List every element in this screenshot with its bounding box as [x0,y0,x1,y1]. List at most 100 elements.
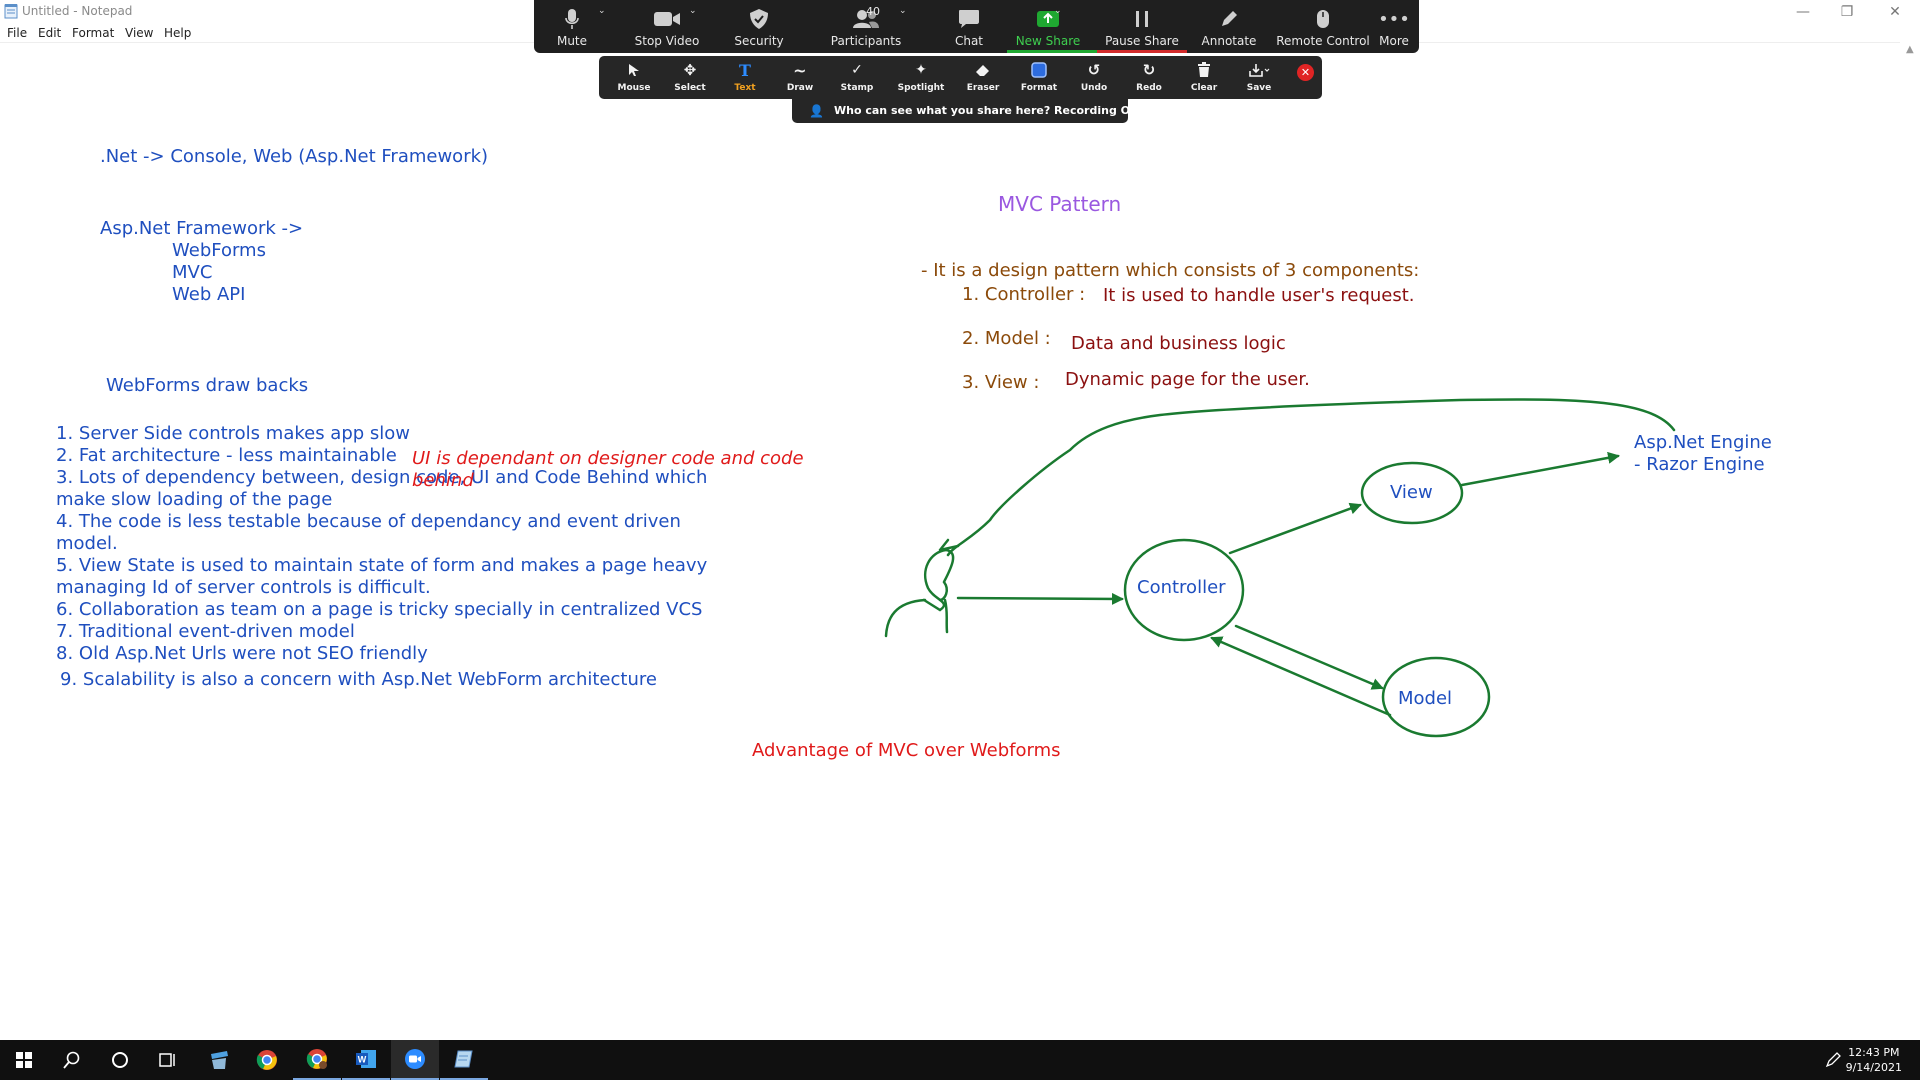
mute-label: Mute [556,34,588,48]
taskbar-app-recycle[interactable] [195,1040,243,1080]
task-view-button[interactable] [144,1040,192,1080]
model-controller-arrow [1210,636,1392,717]
new-share-button[interactable]: New Share [1000,0,1096,53]
notepad-app-icon [454,1050,473,1068]
undo-tool-label: Undo [1080,83,1108,93]
undo-tool[interactable]: ↺ Undo [1067,56,1121,99]
video-camera-icon [654,12,680,26]
format-tool[interactable]: Format [1011,56,1067,99]
chevron-down-icon[interactable]: ⌄ [1054,6,1062,16]
system-clock[interactable]: 12:43 PM 9/14/2021 [1846,1045,1902,1075]
taskbar-app-zoom[interactable] [391,1040,439,1080]
task-view-icon [159,1053,175,1067]
user-body [884,598,949,638]
microphone-icon [565,9,579,29]
chrome-profile-icon [306,1049,327,1069]
zoom-meeting-toolbar: Mute ⌄ Stop Video ⌄ Security Participant… [534,0,1419,53]
annotate-button[interactable]: Annotate [1188,0,1270,53]
shield-icon [750,9,768,29]
engine-label: Asp.Net Engine [1634,432,1772,453]
chat-label: Chat [954,34,984,48]
taskbar-app-word[interactable]: W [342,1040,390,1080]
pause-share-label: Pause Share [1105,34,1179,48]
person-icon: 👤 [809,104,824,118]
windows-taskbar: W 12:43 PM 9/14/2021 [0,1040,1920,1080]
clear-tool-label: Clear [1190,83,1218,93]
participant-count: 40 [866,5,880,18]
chevron-down-icon[interactable]: ⌄ [689,6,697,16]
mouse-icon [1317,10,1329,28]
recycle-bin-icon [211,1051,228,1069]
pen-workspace-icon[interactable] [1825,1052,1841,1072]
save-tool-label: Save [1246,83,1272,93]
redo-tool-label: Redo [1136,83,1162,93]
more-icon: ••• [1378,8,1410,30]
security-button[interactable]: Security [719,0,799,53]
save-tool[interactable]: Save [1232,56,1286,99]
text-tool-label: Text [734,83,756,93]
chat-button[interactable]: Chat [929,0,1009,53]
cortana-button[interactable] [96,1040,144,1080]
remote-control-button[interactable]: Remote Control [1270,0,1376,53]
search-button[interactable] [48,1040,96,1080]
select-tool[interactable]: ✥ Select [665,56,715,99]
taskbar-app-notepad[interactable] [440,1040,488,1080]
taskbar-app-chrome[interactable] [243,1040,291,1080]
engine-label: - Razor Engine [1634,454,1765,475]
chat-icon [959,10,979,28]
response-curve [946,398,1676,557]
annotation-toolbar: Mouse ✥ Select T Text ∼ Draw ✓ Stamp ✦ S… [599,56,1322,99]
text-tool[interactable]: T Text [720,56,770,99]
controller-label: Controller [1137,577,1226,598]
draw-tool-label: Draw [786,83,814,93]
save-download-icon [1249,64,1270,77]
more-button[interactable]: ••• More [1370,0,1418,53]
format-tool-label: Format [1020,83,1058,93]
spotlight-tool[interactable]: ✦ Spotlight [889,56,953,99]
security-label: Security [734,34,784,48]
eraser-tool-label: Eraser [966,83,1000,93]
chevron-down-icon[interactable]: ⌄ [899,6,907,16]
view-label: View [1390,482,1433,503]
clear-tool[interactable]: Clear [1177,56,1231,99]
stamp-tool-label: Stamp [840,83,874,93]
word-icon: W [356,1050,376,1068]
annotate-label: Annotate [1201,34,1257,48]
chrome-icon [256,1050,277,1070]
pencil-icon [1222,11,1237,26]
clock-date: 9/14/2021 [1845,1061,1902,1074]
pause-indicator [1097,50,1187,53]
spotlight-tool-label: Spotlight [897,83,945,93]
start-button[interactable] [0,1040,48,1080]
mouse-tool-label: Mouse [617,83,651,93]
pause-icon [1136,11,1148,27]
share-banner-text: Who can see what you share here? Recordi… [834,104,1138,117]
undo-icon: ↺ [1087,61,1101,79]
stamp-tool[interactable]: ✓ Stamp [829,56,885,99]
mvc-diagram [884,398,1676,738]
participants-label: Participants [830,34,902,48]
mouse-tool[interactable]: Mouse [609,56,659,99]
eraser-tool[interactable]: Eraser [955,56,1011,99]
format-color-icon [1031,62,1047,78]
close-annotation-button[interactable]: ✕ [1297,64,1314,81]
checkmark-icon: ✓ [851,62,863,78]
request-arrow [956,592,1124,605]
stop-video-label: Stop Video [634,34,700,48]
pause-share-button[interactable]: Pause Share [1096,0,1188,53]
squiggle-icon: ∼ [793,60,807,80]
stop-video-button[interactable]: Stop Video [617,0,717,53]
redo-tool[interactable]: ↻ Redo [1122,56,1176,99]
user-head [922,548,955,612]
draw-tool[interactable]: ∼ Draw [775,56,825,99]
share-indicator [1007,50,1097,53]
model-label: Model [1398,688,1453,709]
select-tool-label: Select [674,83,706,93]
share-visibility-banner[interactable]: 👤 Who can see what you share here? Recor… [792,99,1138,123]
cortana-circle-icon [112,1052,128,1068]
clock-time: 12:43 PM [1848,1046,1900,1059]
chevron-down-icon[interactable]: ⌄ [598,6,606,16]
taskbar-app-chrome-profile[interactable] [293,1040,341,1080]
svg-text:W: W [358,1055,367,1065]
eraser-icon [976,65,989,76]
